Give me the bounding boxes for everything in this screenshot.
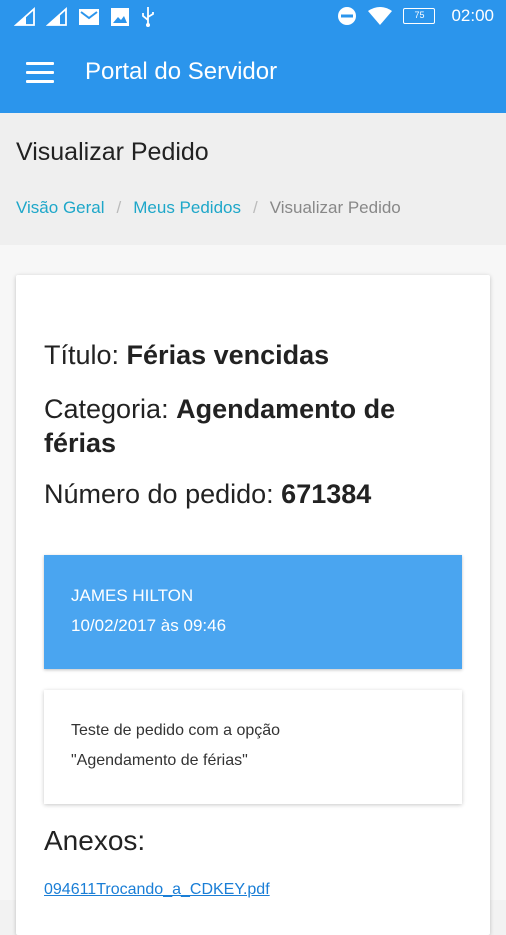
main-content: Título: Férias vencidas Categoria: Agend… — [0, 245, 506, 935]
request-title-label: Título: — [44, 340, 120, 370]
request-category-line: Categoria: Agendamento de — [44, 392, 395, 426]
breadcrumb-separator: / — [116, 198, 122, 217]
message-text-line-1: Teste de pedido com a opção — [71, 722, 281, 739]
message-author: JAMES HILTON — [71, 586, 194, 605]
request-number-label: Número do pedido: — [44, 479, 274, 509]
signal-icon — [46, 7, 67, 26]
battery-level-label: 75 — [414, 10, 425, 20]
request-card: Título: Férias vencidas Categoria: Agend… — [16, 275, 490, 935]
request-category-value-2: férias — [44, 428, 117, 458]
status-bar: 75 02:00 — [0, 0, 506, 36]
message-datetime: 10/02/2017 às 09:46 — [71, 616, 227, 635]
request-title-line: Título: Férias vencidas — [44, 338, 329, 372]
gmail-icon — [79, 9, 99, 25]
app-title: Portal do Servidor — [85, 58, 278, 85]
wifi-icon — [368, 7, 393, 25]
request-category-value: Agendamento de — [176, 394, 396, 424]
breadcrumb-meus-pedidos[interactable]: Meus Pedidos — [133, 198, 241, 218]
usb-icon — [142, 7, 154, 27]
request-category-label: Categoria: — [44, 394, 169, 424]
message-header-box: JAMES HILTON 10/02/2017 às 09:46 — [44, 555, 462, 669]
battery-icon: 75 — [403, 8, 436, 24]
attachment-link[interactable]: 094611Trocando_a_CDKEY.pdf — [44, 881, 270, 899]
request-number-value: 671384 — [281, 479, 372, 509]
status-bar-right: 75 02:00 — [337, 6, 494, 26]
request-category-line-2: férias — [44, 426, 116, 460]
page-header: Visualizar Pedido Visão Geral / Meus Ped… — [0, 113, 506, 245]
message-body-box: Teste de pedido com a opção "Agendamento… — [44, 690, 462, 804]
breadcrumb: Visão Geral / Meus Pedidos / Visualizar … — [16, 198, 401, 218]
request-title-value: Férias vencidas — [126, 340, 330, 370]
hamburger-menu-icon[interactable] — [26, 62, 54, 84]
breadcrumb-current: Visualizar Pedido — [269, 198, 401, 217]
image-icon — [111, 8, 129, 26]
message-text-line-2: "Agendamento de férias" — [71, 752, 248, 769]
status-bar-left — [14, 6, 156, 28]
app-bar: Portal do Servidor — [0, 36, 506, 113]
breadcrumb-visao-geral[interactable]: Visão Geral — [16, 198, 105, 218]
do-not-disturb-icon — [338, 7, 357, 25]
attachments-heading: Anexos: — [44, 825, 146, 856]
clock: 02:00 — [451, 6, 494, 25]
signal-icon — [14, 7, 35, 26]
request-number-line: Número do pedido: 671384 — [44, 477, 371, 511]
breadcrumb-separator: / — [252, 198, 258, 217]
page-title: Visualizar Pedido — [16, 138, 209, 166]
